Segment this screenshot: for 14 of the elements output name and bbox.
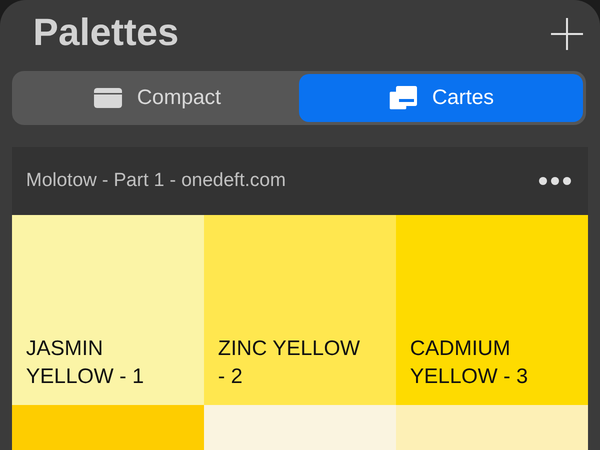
add-icon[interactable] <box>550 16 584 50</box>
cards-icon <box>388 85 418 111</box>
view-tab[interactable]: Compact <box>15 74 299 122</box>
swatch-name: ZINC YELLOW - 2 <box>218 336 360 390</box>
card-icon <box>92 85 123 111</box>
more-icon[interactable] <box>538 176 572 186</box>
color-swatch[interactable]: JASMIN YELLOW - 1 <box>12 215 204 405</box>
swatch-name: CADMIUM YELLOW - 3 <box>410 336 528 390</box>
color-swatch[interactable]: CADMIUM YELLOW - 3 <box>396 215 588 405</box>
view-tab[interactable]: Cartes <box>299 74 583 122</box>
palette-name: Molotow - Part 1 - onedeft.com <box>26 170 286 192</box>
swatch-name: JASMIN YELLOW - 1 <box>26 336 144 390</box>
color-swatch[interactable]: ZINC YELLOW - 2 <box>204 215 396 405</box>
page-title: Palettes <box>33 12 179 55</box>
